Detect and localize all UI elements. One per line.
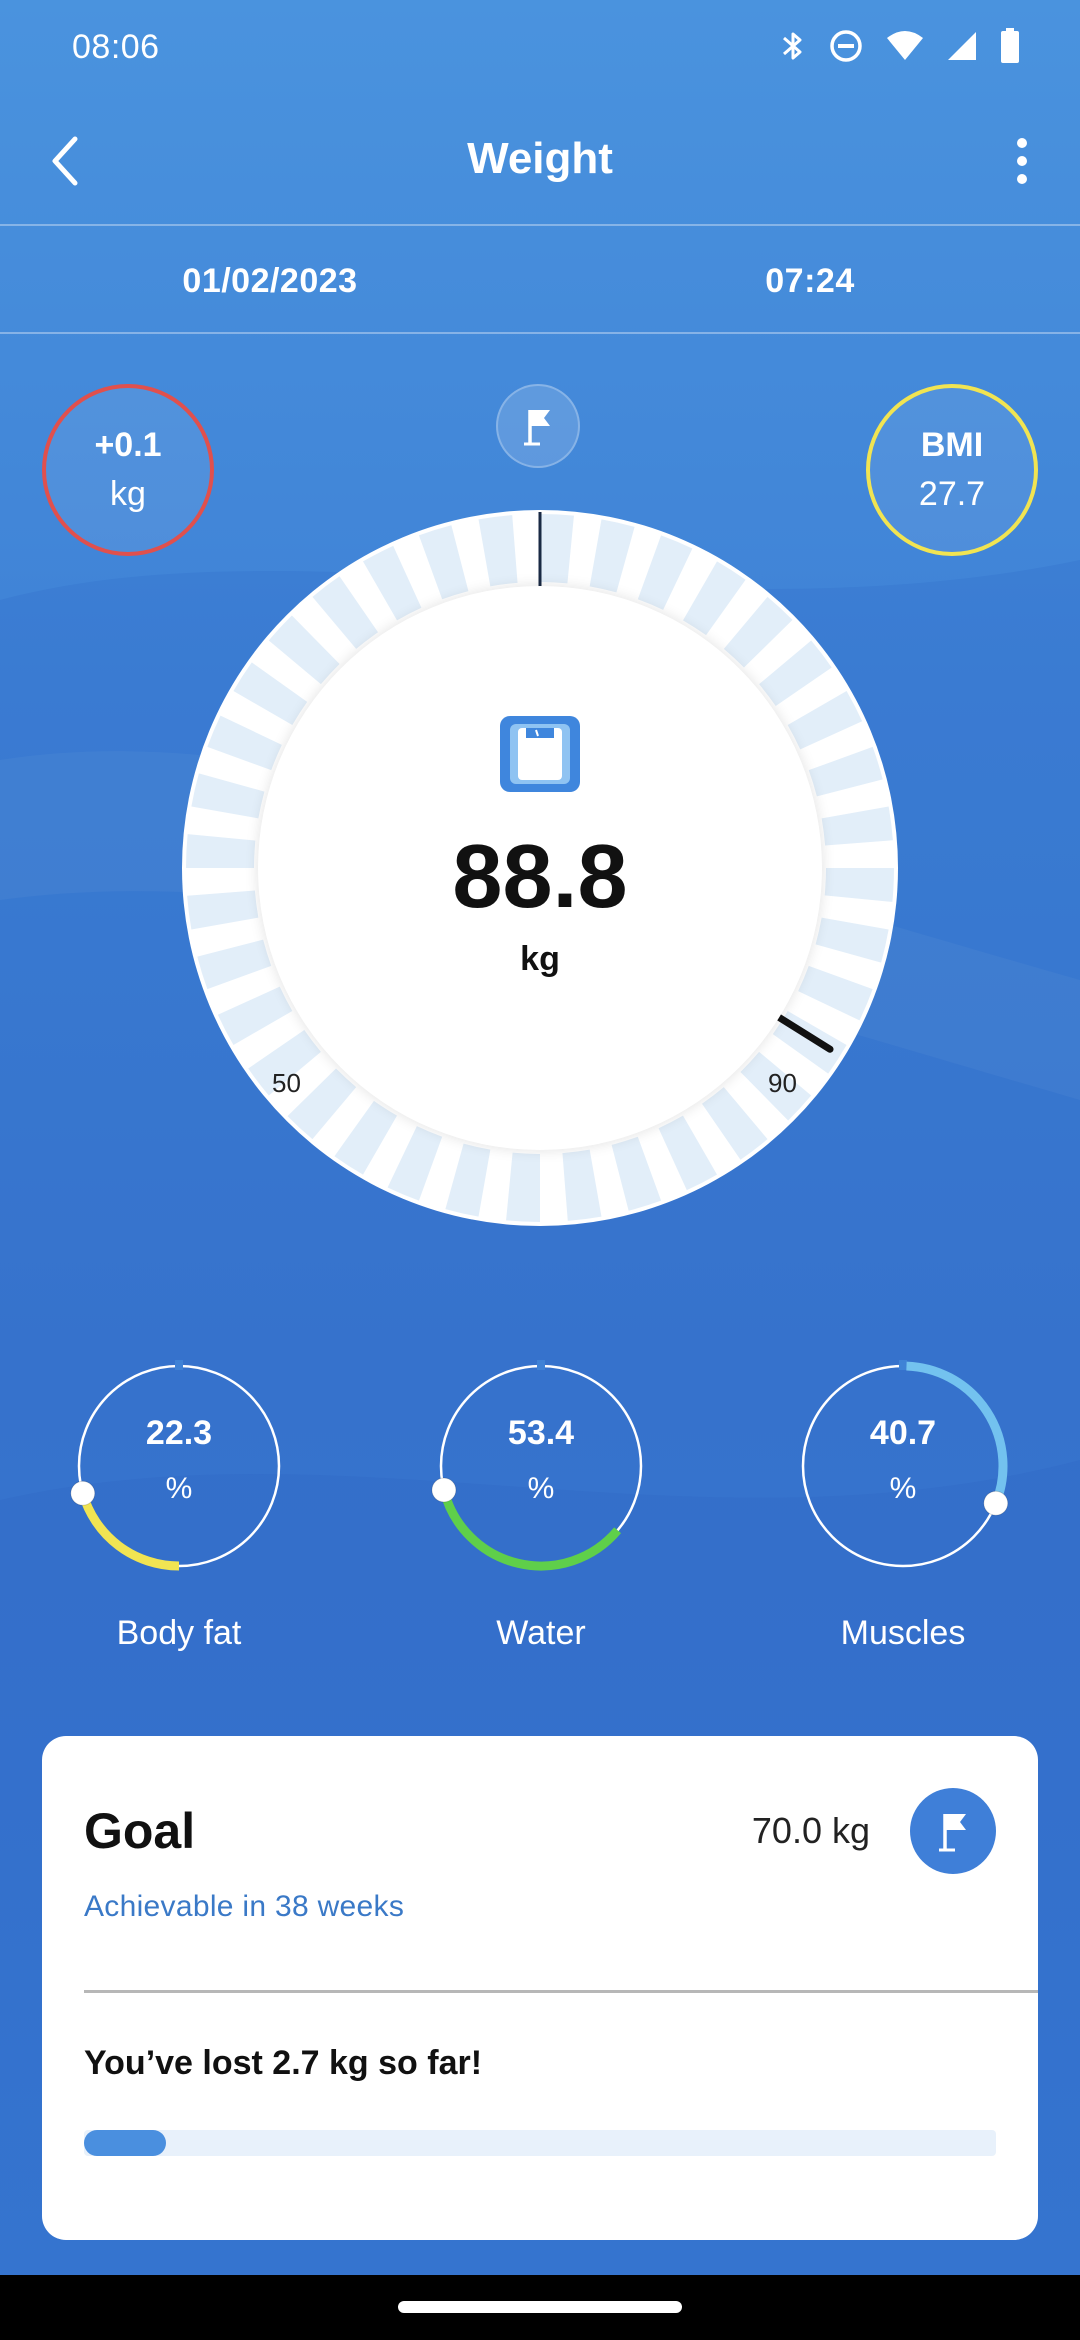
body-fat-ring: 22.3 % — [69, 1356, 289, 1576]
status-bar: 08:06 — [0, 0, 1080, 96]
status-icons — [780, 28, 1020, 64]
goal-flag-button[interactable] — [910, 1788, 996, 1874]
gauge-max-label: 90 — [768, 1068, 797, 1098]
measurement-time[interactable]: 07:24 — [540, 262, 1080, 301]
weight-unit: kg — [520, 940, 560, 978]
body-fat-value: 22.3 — [145, 1414, 213, 1452]
muscles-unit: % — [889, 1472, 917, 1505]
weight-change-unit: kg — [110, 475, 146, 513]
goal-progress-text: You’ve lost 2.7 kg so far! — [84, 2044, 483, 2082]
more-vert-icon — [1017, 138, 1027, 184]
more-options-button[interactable] — [992, 126, 1052, 196]
app-bar: Weight — [0, 96, 1080, 226]
water-metric[interactable]: 53.4 % Water — [431, 1356, 651, 1653]
status-time: 08:06 — [72, 28, 160, 66]
signal-icon — [948, 32, 976, 60]
gauge-min-label: 50 — [272, 1068, 301, 1098]
goal-target-weight: 70.0 kg — [751, 1810, 870, 1851]
body-fat-unit: % — [165, 1472, 193, 1505]
water-value: 53.4 — [507, 1414, 575, 1452]
bluetooth-icon — [783, 32, 802, 60]
dnd-icon — [830, 30, 862, 62]
measurement-date[interactable]: 01/02/2023 — [0, 262, 540, 301]
page-title: Weight — [467, 134, 613, 183]
wifi-icon — [887, 31, 923, 60]
weight-value: 88.8 — [452, 827, 628, 927]
muscles-label: Muscles — [840, 1614, 966, 1652]
muscles-value: 40.7 — [869, 1414, 937, 1452]
water-unit: % — [527, 1472, 555, 1505]
weight-gauge: 88.8 kg 50 90 — [180, 508, 900, 1228]
body-fat-metric[interactable]: 22.3 % Body fat — [69, 1356, 289, 1653]
water-ring: 53.4 % — [431, 1356, 651, 1576]
weight-change-value: +0.1 — [94, 426, 162, 464]
bmi-value: 27.7 — [918, 475, 986, 513]
measurement-datetime: 01/02/2023 07:24 — [0, 226, 1080, 332]
goal-progress-fill — [84, 2130, 167, 2156]
home-handle[interactable] — [398, 2301, 682, 2313]
body-fat-label: Body fat — [116, 1614, 242, 1652]
muscles-metric[interactable]: 40.7 % Muscles — [793, 1356, 1013, 1653]
battery-icon — [1001, 28, 1019, 63]
muscles-ring: 40.7 % — [793, 1356, 1013, 1576]
goal-flag-button[interactable] — [496, 384, 580, 468]
flag-icon — [939, 1814, 966, 1852]
water-label: Water — [496, 1614, 586, 1652]
goal-card[interactable]: Goal 70.0 kg Achievable in 38 weeks You’… — [42, 1736, 1038, 2240]
system-nav-bar — [0, 2275, 1080, 2340]
goal-eta: Achievable in 38 weeks — [84, 1890, 405, 1923]
flag-icon — [524, 410, 550, 446]
divider — [0, 332, 1080, 334]
goal-title: Goal — [84, 1803, 196, 1859]
divider — [84, 1990, 1038, 1993]
goal-progress-bar — [84, 2130, 996, 2156]
bmi-label: BMI — [920, 426, 984, 464]
scale-icon — [500, 716, 580, 792]
